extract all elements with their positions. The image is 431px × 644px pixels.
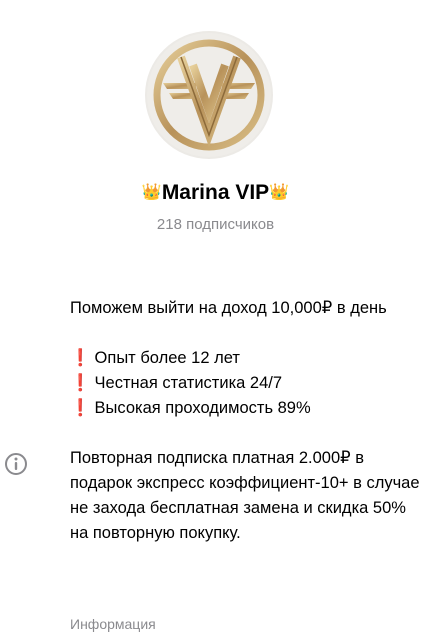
info-icon <box>5 453 27 475</box>
exclamation-icon: ❗ <box>70 349 91 367</box>
crown-icon: 👑 <box>269 184 290 201</box>
channel-avatar[interactable] <box>145 31 273 159</box>
feature-item: ❗ Честная статистика 24/7 <box>70 374 283 392</box>
description-paragraph: Повторная подписка платная 2.000₽ в пода… <box>70 449 420 542</box>
crown-icon: 👑 <box>141 184 162 201</box>
golden-v-logo-icon <box>147 33 271 157</box>
description-intro: Поможем выйти на доход 10,000₽ в день <box>70 299 387 317</box>
exclamation-icon: ❗ <box>70 399 91 417</box>
channel-description: Поможем выйти на доход 10,000₽ в день ❗ О… <box>70 296 422 546</box>
info-caption: Информация <box>70 616 156 632</box>
feature-item: ❗ Опыт более 12 лет <box>70 349 240 367</box>
feature-item: ❗ Высокая проходимость 89% <box>70 399 311 417</box>
channel-title: 👑Marina VIP👑 <box>0 179 431 207</box>
channel-name: Marina VIP <box>161 181 270 204</box>
exclamation-icon: ❗ <box>70 374 91 392</box>
subscriber-count: 218 подписчиков <box>156 216 275 233</box>
